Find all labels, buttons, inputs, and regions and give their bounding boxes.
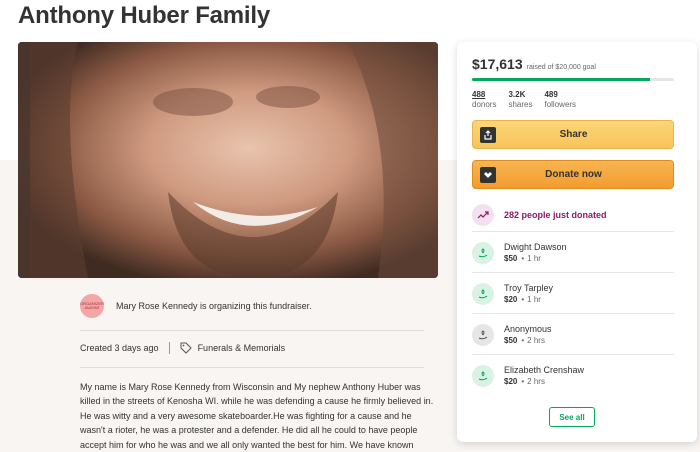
stat-donors-label: donors: [472, 100, 497, 109]
donor-item: Anonymous $50 • 2 hrs: [472, 317, 674, 353]
divider: [472, 313, 674, 314]
donation-card: $17,613 raised of $20,000 goal 488 donor…: [457, 42, 697, 442]
donor-heart-hand-icon: [472, 283, 494, 305]
hero-image: [18, 42, 438, 278]
trending-icon: [472, 204, 494, 226]
stat-shares-number: 3.2K: [508, 90, 526, 99]
divider: [80, 367, 424, 368]
progress-bar: [472, 78, 674, 81]
share-icon: [480, 126, 496, 143]
donor-name: Anonymous: [504, 324, 552, 334]
stat-followers-label: followers: [544, 100, 577, 109]
donor-heart-hand-icon: [472, 365, 494, 387]
goal-text: raised of $20,000 goal: [526, 64, 596, 71]
donor-name: Dwight Dawson: [504, 242, 567, 252]
donate-label: Donate now: [545, 169, 602, 180]
stat-donors[interactable]: 488 donors: [472, 90, 496, 110]
donor-name: Elizabeth Crenshaw: [504, 365, 585, 375]
stat-shares-label: shares: [508, 100, 533, 109]
organizer-avatar[interactable]: ORGANIZER AVATAR: [80, 294, 104, 318]
donor-amount: $20: [504, 377, 518, 386]
stat-followers-number: 489: [544, 90, 558, 99]
category-link[interactable]: Funerals & Memorials: [198, 343, 286, 353]
divider: [472, 354, 674, 355]
donate-button[interactable]: Donate now: [472, 160, 674, 189]
raised-amount: $17,613: [472, 56, 523, 72]
donor-item: Elizabeth Crenshaw $20 • 2 hrs: [472, 358, 674, 394]
amount-raised: $17,613 raised of $20,000 goal: [472, 56, 596, 72]
donor-heart-hand-icon: [472, 242, 494, 264]
donor-time: 2 hrs: [527, 377, 545, 386]
donor-amount: $50: [504, 254, 518, 263]
donor-time: 1 hr: [527, 254, 541, 263]
donor-amount: $50: [504, 336, 518, 345]
share-label: Share: [559, 129, 588, 140]
tag-icon: [180, 342, 192, 354]
divider: [472, 272, 674, 273]
story-text: My name is Mary Rose Kennedy from Wiscon…: [80, 382, 434, 450]
divider: [80, 330, 424, 331]
meta-separator: [168, 342, 170, 354]
divider: [472, 231, 674, 232]
stat-donors-number: 488: [472, 90, 486, 99]
donor-time: 2 hrs: [527, 336, 545, 345]
stat-followers: 489 followers: [544, 90, 576, 110]
page-title: Anthony Huber Family: [18, 2, 271, 29]
progress-fill: [472, 78, 650, 81]
donor-name: Troy Tarpley: [504, 283, 554, 293]
donor-heart-hand-icon: [472, 324, 494, 346]
donor-amount: $20: [504, 295, 518, 304]
recent-donations[interactable]: 282 people just donated: [472, 200, 674, 230]
donor-item: Troy Tarpley $20 • 1 hr: [472, 276, 674, 312]
share-button[interactable]: Share: [472, 120, 674, 149]
stat-shares: 3.2K shares: [508, 90, 532, 110]
campaign-meta: Created 3 days ago Funerals & Memorials: [80, 342, 285, 354]
donor-time: 1 hr: [527, 295, 541, 304]
organizer-row: ORGANIZER AVATAR Mary Rose Kennedy is or…: [80, 292, 312, 320]
stats-row: 488 donors 3.2K shares 489 followers: [472, 90, 576, 110]
created-date: Created 3 days ago: [80, 343, 159, 353]
organizer-text: Mary Rose Kennedy is organizing this fun…: [116, 301, 312, 311]
donor-item: Dwight Dawson $50 • 1 hr: [472, 235, 674, 271]
see-all-button[interactable]: See all: [549, 407, 595, 427]
recent-donations-text: 282 people just donated: [504, 210, 607, 220]
donate-icon: [480, 166, 496, 183]
